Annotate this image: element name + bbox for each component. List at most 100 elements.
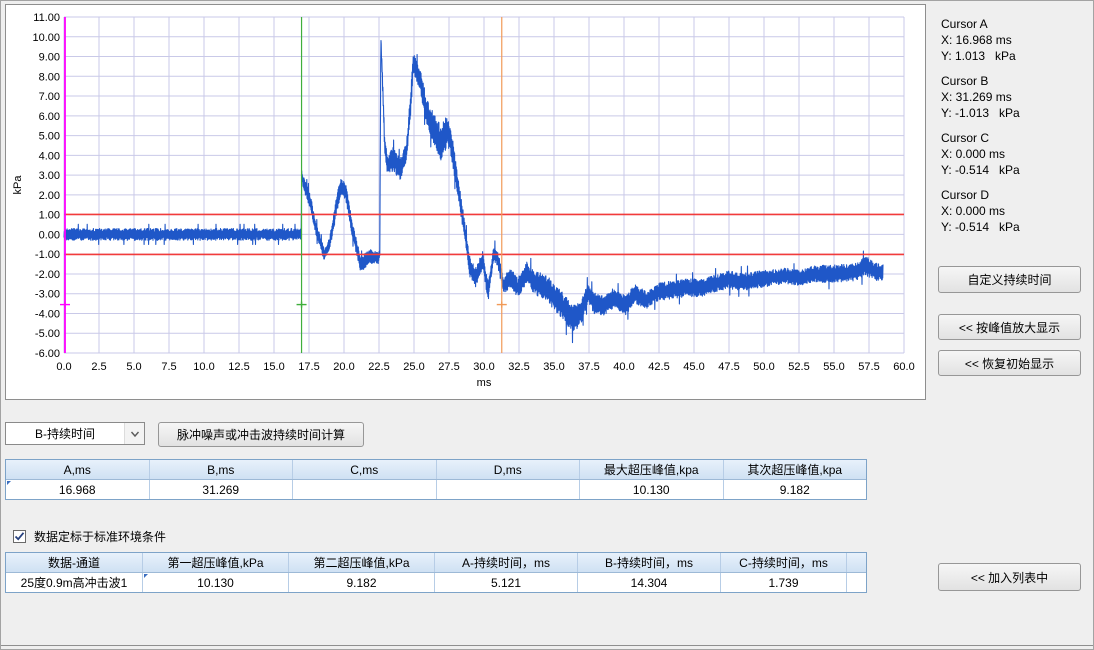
y-tick-label: 9.00 bbox=[39, 52, 60, 64]
duration-type-select[interactable]: B-持续时间 bbox=[5, 422, 145, 445]
x-tick-label: 12.5 bbox=[228, 361, 249, 373]
table2-cell-3: 5.121 bbox=[435, 573, 578, 592]
table1-header-0: A,ms bbox=[6, 460, 150, 479]
standard-env-checkbox-row: 数据定标于标准环境条件 bbox=[13, 528, 166, 545]
y-tick-label: -1.00 bbox=[35, 249, 60, 261]
table2-cell-2: 9.182 bbox=[289, 573, 435, 592]
results-table-header-row: 数据-通道第一超压峰值,kPa第二超压峰值,kPaA-持续时间，msB-持续时间… bbox=[6, 553, 866, 573]
cursor-c-y-value: Y: -0.514 kPa bbox=[941, 162, 1091, 178]
cursor-a-title: Cursor A bbox=[941, 16, 1091, 32]
table1-cell-1: 31.269 bbox=[150, 480, 294, 499]
table2-header-5: C-持续时间，ms bbox=[721, 553, 847, 572]
cursor-d-info: Cursor D X: 0.000 ms Y: -0.514 kPa bbox=[941, 187, 1091, 235]
table2-cell-5: 1.739 bbox=[721, 573, 847, 592]
table1-cell-0: 16.968 bbox=[6, 480, 150, 499]
window-bottom-border bbox=[1, 645, 1094, 646]
duration-calc-button[interactable]: 脉冲噪声或冲击波持续时间计算 bbox=[158, 422, 364, 447]
cursor-d-x-value: X: 0.000 ms bbox=[941, 203, 1091, 219]
cursor-b-title: Cursor B bbox=[941, 73, 1091, 89]
table1-cell-2 bbox=[293, 480, 437, 499]
waveform-chart[interactable]: 0.0 2.5 5.0 7.5 10.0 12.5 15.0 17.5 20.0 22.5 25.0… bbox=[6, 5, 925, 399]
table2-header-2: 第二超压峰值,kPa bbox=[289, 553, 435, 572]
cursor-d-title: Cursor D bbox=[941, 187, 1091, 203]
x-tick-label: 15.0 bbox=[263, 361, 284, 373]
cursor-a-y-value: Y: 1.013 kPa bbox=[941, 48, 1091, 64]
table1-cell-5: 9.182 bbox=[724, 480, 867, 499]
table2-cell-6 bbox=[847, 573, 866, 592]
table1-cell-4: 10.130 bbox=[580, 480, 724, 499]
y-tick-label: -5.00 bbox=[35, 328, 60, 340]
restore-initial-view-button[interactable]: << 恢复初始显示 bbox=[938, 350, 1081, 376]
zoom-to-peak-button[interactable]: << 按峰值放大显示 bbox=[938, 314, 1081, 340]
x-tick-label: 2.5 bbox=[91, 361, 106, 373]
x-tick-label: 20.0 bbox=[333, 361, 354, 373]
table2-header-3: A-持续时间，ms bbox=[435, 553, 578, 572]
waveform-trace bbox=[64, 41, 883, 343]
x-tick-label: 17.5 bbox=[298, 361, 319, 373]
cursor-b-info: Cursor B X: 31.269 ms Y: -1.013 kPa bbox=[941, 73, 1091, 121]
cursor-d-y-value: Y: -0.514 kPa bbox=[941, 219, 1091, 235]
table2-header-1: 第一超压峰值,kPa bbox=[143, 553, 289, 572]
x-tick-label: 45.0 bbox=[683, 361, 704, 373]
cursor-c-info: Cursor C X: 0.000 ms Y: -0.514 kPa bbox=[941, 130, 1091, 178]
cursor-b-y-value: Y: -1.013 kPa bbox=[941, 105, 1091, 121]
y-tick-label: 2.00 bbox=[39, 190, 60, 202]
x-tick-label: 25.0 bbox=[403, 361, 424, 373]
check-icon bbox=[14, 531, 25, 542]
cursor-c-title: Cursor C bbox=[941, 130, 1091, 146]
x-tick-label: 52.5 bbox=[788, 361, 809, 373]
cursor-table-header-row: A,msB,msC,msD,ms最大超压峰值,kpa其次超压峰值,kpa bbox=[6, 460, 866, 480]
results-table-data-row: 25度0.9m高冲击波110.1309.1825.12114.3041.739 bbox=[6, 573, 866, 592]
standard-env-checkbox-label: 数据定标于标准环境条件 bbox=[34, 528, 166, 545]
y-tick-label: 0.00 bbox=[39, 229, 60, 241]
table1-header-1: B,ms bbox=[150, 460, 294, 479]
chevron-down-icon[interactable] bbox=[124, 423, 144, 444]
table2-cell-0: 25度0.9m高冲击波1 bbox=[6, 573, 143, 592]
y-tick-label: 3.00 bbox=[39, 170, 60, 182]
cursor-a-info: Cursor A X: 16.968 ms Y: 1.013 kPa bbox=[941, 16, 1091, 64]
x-tick-label: 42.5 bbox=[648, 361, 669, 373]
add-to-list-button[interactable]: << 加入列表中 bbox=[938, 563, 1081, 591]
y-tick-label: 1.00 bbox=[39, 210, 60, 222]
y-tick-label: -4.00 bbox=[35, 308, 60, 320]
x-tick-label: 27.5 bbox=[438, 361, 459, 373]
cursor-values-table: A,msB,msC,msD,ms最大超压峰值,kpa其次超压峰值,kpa 16.… bbox=[5, 459, 867, 500]
table1-header-2: C,ms bbox=[293, 460, 437, 479]
x-tick-label: 37.5 bbox=[578, 361, 599, 373]
y-tick-label: -3.00 bbox=[35, 289, 60, 301]
table2-header-6 bbox=[847, 553, 866, 572]
table1-cell-3 bbox=[437, 480, 581, 499]
y-tick-label: 6.00 bbox=[39, 111, 60, 123]
y-tick-label: 10.00 bbox=[32, 32, 60, 44]
x-tick-label: 0.0 bbox=[56, 361, 71, 373]
x-tick-label: 55.0 bbox=[823, 361, 844, 373]
table2-header-4: B-持续时间，ms bbox=[578, 553, 721, 572]
x-tick-label: 57.5 bbox=[858, 361, 879, 373]
x-tick-label: 30.0 bbox=[473, 361, 494, 373]
y-axis-title: kPa bbox=[12, 175, 24, 195]
app-window: 0.0 2.5 5.0 7.5 10.0 12.5 15.0 17.5 20.0 22.5 25.0… bbox=[0, 0, 1094, 650]
results-table: 数据-通道第一超压峰值,kPa第二超压峰值,kPaA-持续时间，msB-持续时间… bbox=[5, 552, 867, 593]
x-tick-label: 47.5 bbox=[718, 361, 739, 373]
standard-env-checkbox[interactable] bbox=[13, 530, 26, 543]
waveform-chart-panel[interactable]: 0.0 2.5 5.0 7.5 10.0 12.5 15.0 17.5 20.0 22.5 25.0… bbox=[5, 4, 926, 400]
x-tick-label: 10.0 bbox=[193, 361, 214, 373]
x-tick-label: 60.0 bbox=[893, 361, 914, 373]
table1-header-3: D,ms bbox=[437, 460, 581, 479]
y-tick-label: 8.00 bbox=[39, 71, 60, 83]
y-tick-label: 4.00 bbox=[39, 150, 60, 162]
x-tick-label: 5.0 bbox=[126, 361, 141, 373]
x-tick-label: 22.5 bbox=[368, 361, 389, 373]
x-tick-label: 40.0 bbox=[613, 361, 634, 373]
x-axis-title: ms bbox=[477, 377, 492, 389]
cursor-c-x-value: X: 0.000 ms bbox=[941, 146, 1091, 162]
table1-header-4: 最大超压峰值,kpa bbox=[580, 460, 724, 479]
x-tick-label: 50.0 bbox=[753, 361, 774, 373]
cursor-b-x-value: X: 31.269 ms bbox=[941, 89, 1091, 105]
y-tick-label: -6.00 bbox=[35, 348, 60, 360]
x-tick-label: 7.5 bbox=[161, 361, 176, 373]
cursor-table-data-row: 16.96831.269 10.1309.182 bbox=[6, 480, 866, 499]
custom-duration-button[interactable]: 自定义持续时间 bbox=[938, 266, 1081, 293]
x-tick-label: 35.0 bbox=[543, 361, 564, 373]
cursor-a-x-value: X: 16.968 ms bbox=[941, 32, 1091, 48]
